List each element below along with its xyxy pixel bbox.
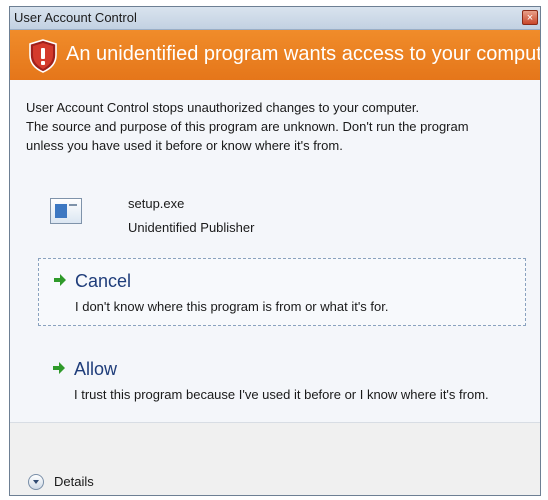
allow-title: Allow bbox=[74, 359, 118, 379]
shield-icon bbox=[29, 39, 57, 73]
description-line: User Account Control stops unauthorized … bbox=[26, 100, 420, 115]
description-line: unless you have used it before or know w… bbox=[26, 138, 343, 153]
title-bar: User Account Control × bbox=[10, 7, 540, 30]
cancel-description: I don't know where this program is from … bbox=[75, 299, 389, 314]
uac-dialog: User Account Control × An unidentified p… bbox=[9, 6, 541, 496]
dialog-footer: Details bbox=[10, 422, 540, 495]
cancel-title: Cancel bbox=[75, 271, 132, 291]
program-publisher: Unidentified Publisher bbox=[128, 220, 255, 235]
banner-heading: An unidentified program wants access to … bbox=[66, 43, 541, 65]
green-arrow-icon bbox=[53, 362, 65, 374]
allow-description: I trust this program because I've used i… bbox=[74, 387, 489, 402]
warning-banner: An unidentified program wants access to … bbox=[10, 30, 540, 80]
dialog-body: User Account Control stops unauthorized … bbox=[10, 80, 540, 422]
green-arrow-icon bbox=[54, 274, 66, 286]
description-line: The source and purpose of this program a… bbox=[26, 119, 469, 134]
chevron-down-icon[interactable] bbox=[28, 474, 44, 490]
details-toggle[interactable]: Details bbox=[54, 474, 94, 489]
description: User Account Control stops unauthorized … bbox=[26, 98, 526, 155]
close-button[interactable]: × bbox=[522, 10, 538, 25]
window-title: User Account Control bbox=[14, 10, 137, 25]
program-name: setup.exe bbox=[128, 196, 185, 211]
cancel-option[interactable]: Cancel I don't know where this program i… bbox=[38, 258, 526, 326]
program-window-icon bbox=[50, 198, 82, 224]
allow-option[interactable]: Allow I trust this program because I've … bbox=[38, 347, 526, 419]
